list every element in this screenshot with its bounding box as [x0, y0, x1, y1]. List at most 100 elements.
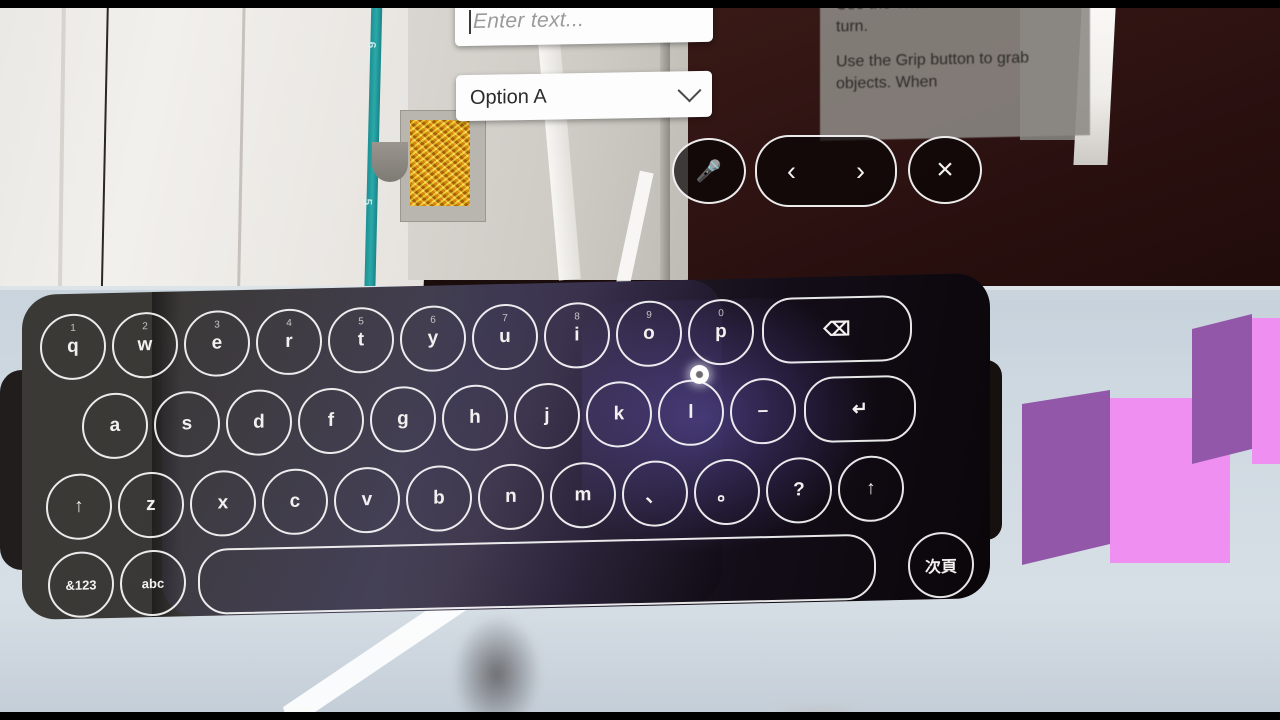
- key-superscript: 7: [502, 312, 508, 325]
- key-label: w: [137, 334, 153, 356]
- key-o[interactable]: 9o: [616, 300, 682, 368]
- key-label: r: [285, 330, 293, 353]
- key-superscript: 3: [214, 319, 220, 331]
- key-label: ↵: [851, 398, 869, 420]
- key-label: y: [427, 327, 439, 349]
- key-h[interactable]: h: [442, 383, 508, 452]
- key-next-page[interactable]: 次頁: [908, 531, 974, 599]
- close-button[interactable]: ×: [908, 136, 982, 204]
- chevron-right-icon[interactable]: ›: [856, 157, 865, 185]
- key-label: ?: [793, 479, 805, 501]
- key-label: v: [361, 489, 373, 511]
- key-superscript: 2: [142, 321, 148, 333]
- letterbox-top: [0, 0, 1280, 8]
- key-label: t: [357, 329, 365, 351]
- gold-textured-panel: [410, 120, 470, 206]
- key-a[interactable]: a: [82, 392, 148, 460]
- key-label: g: [397, 408, 409, 430]
- microphone-icon: 🎤: [695, 159, 723, 183]
- key-m[interactable]: m: [550, 461, 616, 530]
- key-superscript: 9: [646, 309, 652, 321]
- key-label: a: [109, 414, 121, 436]
- key-l[interactable]: l: [658, 379, 724, 447]
- key-c[interactable]: c: [262, 468, 328, 536]
- key-label: ⌫: [823, 318, 851, 341]
- key-label: abc: [141, 575, 165, 591]
- key-n[interactable]: n: [478, 463, 544, 531]
- key-label: 次頁: [924, 558, 957, 577]
- key-backspace[interactable]: ⌫: [762, 294, 912, 365]
- key-label: c: [289, 490, 301, 512]
- key-label: h: [469, 406, 481, 428]
- key-superscript: 5: [358, 316, 364, 328]
- microphone-button[interactable]: 🎤: [672, 138, 746, 204]
- key-label: 。: [717, 483, 737, 505]
- instruction-panel: Use the Thumbstick to move and turn. Use…: [820, 0, 1090, 141]
- key-y[interactable]: 6y: [400, 304, 466, 373]
- key-label: s: [181, 413, 193, 435]
- key-label: x: [217, 492, 229, 514]
- key-b[interactable]: b: [406, 464, 472, 533]
- vr-screenshot: 6 5 Use the Thumbstick to move and turn.…: [0, 0, 1280, 720]
- key-enter[interactable]: ↵: [804, 374, 916, 444]
- key-superscript: 6: [430, 314, 436, 326]
- key-shift-right[interactable]: ↑: [838, 454, 904, 523]
- key-j[interactable]: j: [514, 382, 580, 450]
- key-period[interactable]: 。: [694, 458, 760, 526]
- key-label: j: [544, 405, 550, 427]
- key-superscript: 1: [70, 322, 76, 334]
- key-label: f: [327, 409, 335, 432]
- key-x[interactable]: x: [190, 469, 256, 538]
- key-superscript: 4: [286, 317, 292, 329]
- pointer-cursor: [690, 365, 709, 384]
- key-superscript: 0: [718, 308, 724, 320]
- key-e[interactable]: 3e: [184, 309, 250, 378]
- key-label: 、: [645, 484, 665, 507]
- option-dropdown[interactable]: Option A: [456, 70, 712, 122]
- key-u[interactable]: 7u: [472, 303, 538, 371]
- instruction-line-2: Use the Grip button to grab objects. Whe…: [836, 49, 1029, 93]
- key-label: –: [757, 400, 769, 422]
- key-label: d: [253, 411, 265, 433]
- key-label: m: [574, 484, 592, 506]
- key-question[interactable]: ?: [766, 456, 832, 525]
- key-label: ↑: [74, 495, 84, 517]
- strip-mark-6: 6: [364, 41, 379, 49]
- cube-side-face: [1192, 314, 1252, 464]
- key-label: i: [574, 324, 580, 346]
- key-q[interactable]: 1q: [40, 313, 106, 381]
- key-t[interactable]: 5t: [328, 306, 394, 375]
- key-d[interactable]: d: [226, 388, 292, 457]
- dropdown-selected-value: Option A: [470, 85, 547, 109]
- virtual-keyboard[interactable]: 1 q 2 w 3 e 4 r 5 t 6 y 7 u 8 i 9 o 0 p ⌫ a s d f g h j k l – ↵ ↑ z x c v b n m…: [22, 273, 990, 720]
- strip-clip: [372, 142, 408, 182]
- key-g[interactable]: g: [370, 385, 436, 454]
- key-label: l: [688, 401, 694, 423]
- key-superscript: 8: [574, 311, 580, 323]
- key-k[interactable]: k: [586, 380, 652, 449]
- chevron-left-icon[interactable]: ‹: [787, 157, 796, 185]
- text-caret: [469, 9, 471, 35]
- key-label: &123: [65, 576, 97, 593]
- key-label: e: [211, 332, 223, 354]
- key-label: z: [146, 493, 156, 516]
- close-icon: ×: [936, 153, 954, 186]
- key-shift-left[interactable]: ↑: [46, 472, 112, 541]
- key-space[interactable]: [198, 533, 876, 615]
- key-label: u: [499, 325, 511, 348]
- key-symbols[interactable]: &123: [48, 550, 114, 619]
- key-s[interactable]: s: [154, 390, 220, 458]
- chevron-down-icon: [677, 77, 702, 102]
- key-p[interactable]: 0p: [688, 298, 754, 366]
- key-f[interactable]: f: [298, 387, 364, 455]
- strip-mark-5: 5: [360, 198, 376, 206]
- key-label: n: [505, 485, 517, 508]
- navigation-pill[interactable]: ‹ ›: [755, 135, 897, 207]
- key-comma[interactable]: 、: [622, 459, 688, 528]
- key-label: k: [613, 403, 625, 425]
- key-dash[interactable]: –: [730, 377, 796, 445]
- key-i[interactable]: 8i: [544, 301, 610, 370]
- key-v[interactable]: v: [334, 466, 400, 534]
- key-r[interactable]: 4r: [256, 308, 322, 376]
- key-label: b: [433, 487, 445, 509]
